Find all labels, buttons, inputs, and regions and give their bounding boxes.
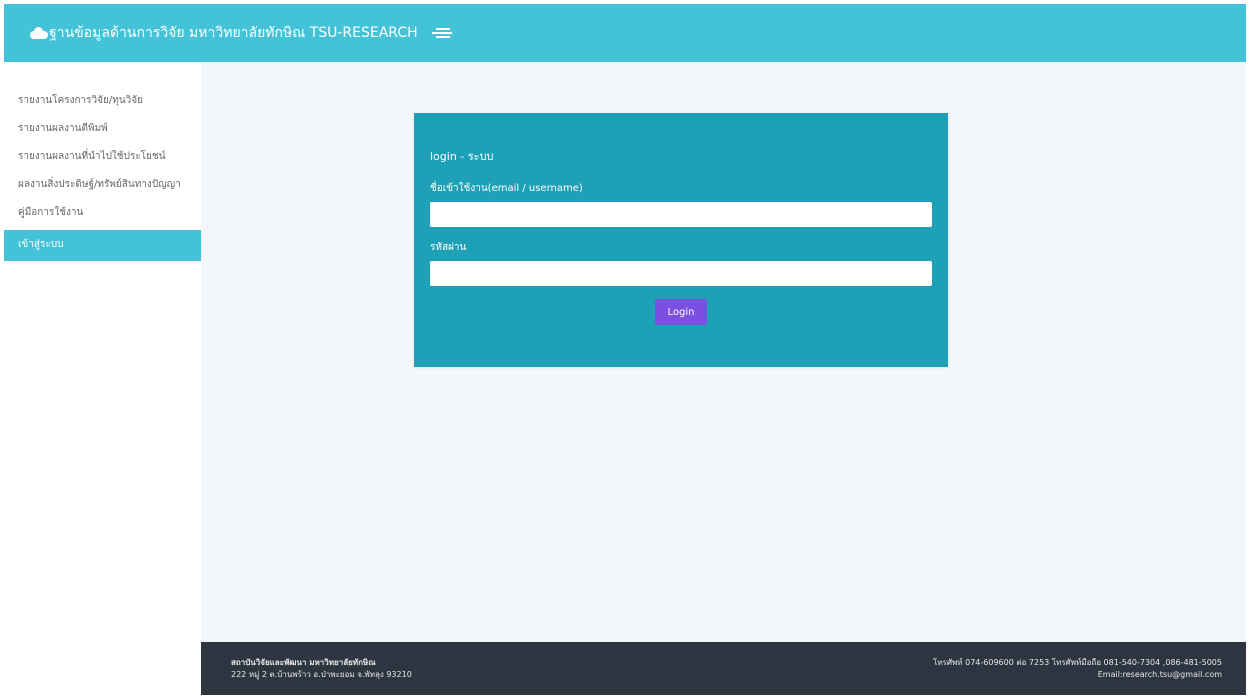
site-title[interactable]: ฐานข้อมูลด้านการวิจัย มหาวิทยาลัยทักษิณ … <box>49 22 418 44</box>
sidebar-item-user-manual[interactable]: คู่มือการใช้งาน <box>4 202 201 230</box>
footer-address: 222 หมู่ 2 ต.บ้านพร้าว อ.ป่าพะยอม จ.พัทล… <box>231 670 412 679</box>
menu-toggle-icon[interactable] <box>431 27 452 39</box>
login-title: login - ระบบ <box>430 150 494 163</box>
password-label: รหัสผ่าน <box>430 242 467 253</box>
sidebar-item-utilization[interactable]: รายงานผลงานที่นำไปใช้ประโยชน์ <box>4 146 201 174</box>
footer-contact-block: โทรศัพท์ 074-609600 ต่อ 7253 โทรศัพท์มือ… <box>933 657 1222 681</box>
sidebar-item-publications[interactable]: รายงานผลงานตีพิมพ์ <box>4 118 201 146</box>
main-content: login - ระบบ ชื่อเข้าใช้งาน(email / user… <box>201 62 1246 642</box>
sidebar-item-research-projects[interactable]: รายงานโครงการวิจัย/ทุนวิจัย <box>4 90 201 118</box>
password-input[interactable] <box>430 261 932 286</box>
login-card: login - ระบบ ชื่อเข้าใช้งาน(email / user… <box>414 113 948 367</box>
sidebar-item-login[interactable]: เข้าสู่ระบบ <box>4 230 201 261</box>
footer-phone: โทรศัพท์ 074-609600 ต่อ 7253 โทรศัพท์มือ… <box>933 658 1222 667</box>
sidebar-item-intellectual-property[interactable]: ผลงานสิ่งประดิษฐ์/ทรัพย์สินทางปัญญา <box>4 174 201 202</box>
login-button[interactable]: Login <box>655 299 707 325</box>
footer: สถาบันวิจัยและพัฒนา มหาวิทยาลัยทักษิณ 22… <box>201 642 1246 695</box>
footer-address-block: สถาบันวิจัยและพัฒนา มหาวิทยาลัยทักษิณ 22… <box>231 657 412 681</box>
username-label: ชื่อเข้าใช้งาน(email / username) <box>430 183 583 194</box>
footer-org-name: สถาบันวิจัยและพัฒนา มหาวิทยาลัยทักษิณ <box>231 658 376 667</box>
sidebar: รายงานโครงการวิจัย/ทุนวิจัย รายงานผลงานต… <box>4 62 201 695</box>
cloud-icon <box>30 27 48 39</box>
footer-email[interactable]: Email:research.tsu@gmail.com <box>933 669 1222 681</box>
top-header: ฐานข้อมูลด้านการวิจัย มหาวิทยาลัยทักษิณ … <box>4 4 1246 62</box>
username-input[interactable] <box>430 202 932 227</box>
